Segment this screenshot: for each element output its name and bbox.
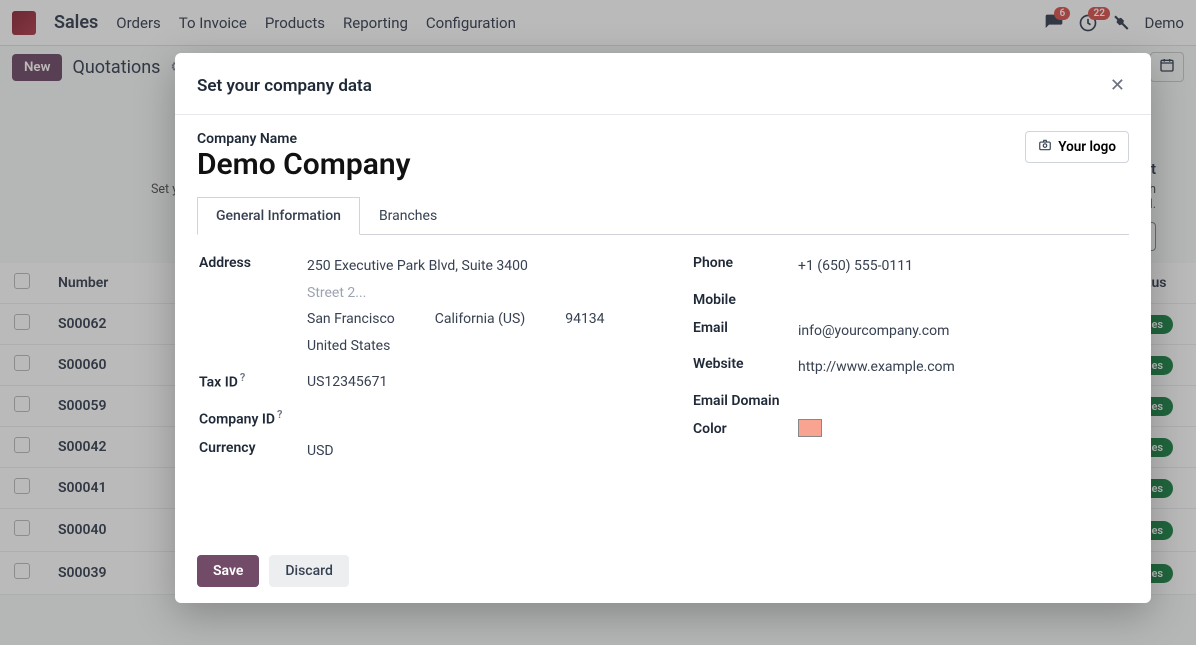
address-city[interactable]: San Francisco (307, 306, 395, 333)
email-input[interactable]: info@yourcompany.com (798, 318, 1127, 345)
label-company-id: Company ID? (199, 406, 307, 428)
label-mobile: Mobile (693, 290, 798, 308)
address-country[interactable]: United States (307, 333, 633, 360)
discard-button[interactable]: Discard (269, 555, 348, 587)
tab-general-information[interactable]: General Information (197, 197, 360, 235)
company-name-input[interactable]: Demo Company (197, 147, 410, 182)
currency-input[interactable]: USD (307, 438, 633, 465)
company-name-label: Company Name (197, 131, 410, 147)
label-tax-id: Tax ID? (199, 369, 307, 396)
label-email-domain: Email Domain (693, 391, 798, 409)
camera-icon (1038, 138, 1052, 156)
address-street2[interactable]: Street 2... (307, 280, 633, 307)
address-state[interactable]: California (US) (435, 306, 525, 333)
label-color: Color (693, 419, 798, 447)
address-zip[interactable]: 94134 (565, 306, 604, 333)
company-modal: Set your company data ✕ Company Name Dem… (175, 53, 1151, 603)
modal-title: Set your company data (197, 76, 372, 96)
label-address: Address (199, 253, 307, 359)
save-button[interactable]: Save (197, 555, 259, 587)
tax-id-input[interactable]: US12345671 (307, 369, 633, 396)
label-currency: Currency (199, 438, 307, 465)
label-phone: Phone (693, 253, 798, 280)
email-domain-input[interactable] (798, 391, 1127, 409)
modal-tabs: General Information Branches (197, 196, 1129, 235)
your-logo-label: Your logo (1058, 139, 1116, 155)
tab-branches[interactable]: Branches (360, 197, 456, 235)
phone-input[interactable]: +1 (650) 555-0111 (798, 253, 1127, 280)
label-email: Email (693, 318, 798, 345)
mobile-input[interactable] (798, 290, 1127, 308)
color-swatch[interactable] (798, 419, 822, 437)
website-input[interactable]: http://www.example.com (798, 354, 1127, 381)
label-website: Website (693, 354, 798, 381)
your-logo-button[interactable]: Your logo (1025, 131, 1129, 163)
close-icon[interactable]: ✕ (1106, 71, 1129, 100)
company-id-input[interactable] (307, 406, 633, 428)
address-street1[interactable]: 250 Executive Park Blvd, Suite 3400 (307, 253, 633, 280)
